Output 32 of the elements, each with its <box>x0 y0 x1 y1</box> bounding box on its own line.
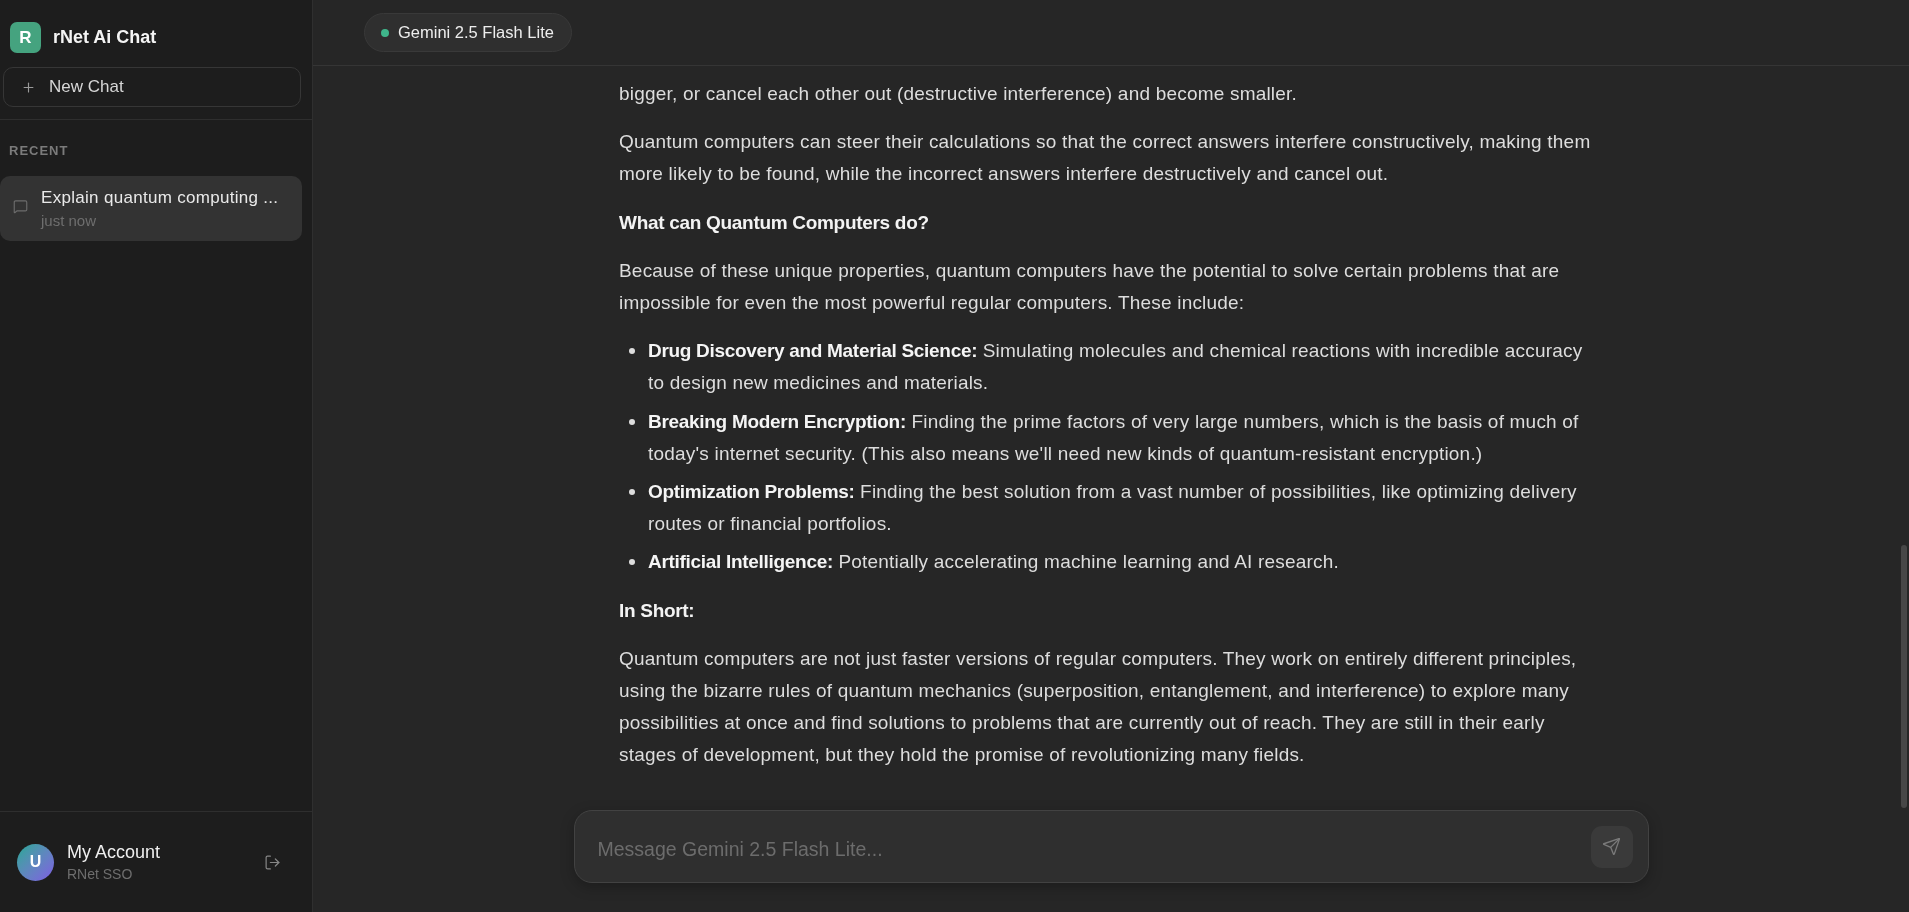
bullet-icon <box>629 418 635 425</box>
app-logo: R <box>10 22 41 53</box>
plus-icon <box>21 79 36 95</box>
bullet-icon <box>629 348 635 355</box>
bullet-icon <box>629 559 635 566</box>
chat-history-item[interactable]: Explain quantum computing ... just now <box>0 176 302 241</box>
model-selector[interactable]: Gemini 2.5 Flash Lite <box>364 13 572 52</box>
new-chat-button[interactable]: New Chat <box>3 67 301 107</box>
response-paragraph: Because of these unique properties, quantum computers have the potential to solve certain problems that are impossible for even the most powerful regular computers. These include: <box>619 258 1561 315</box>
section-heading: What can Quantum Computers do? <box>619 210 930 235</box>
send-icon <box>1602 837 1621 856</box>
account-name: My Account <box>67 841 161 863</box>
response-paragraph: Quantum computers can steer their calculations so that the correct answers interfere constructively, making them more likely to be found, while the incorrect answers interfere destructively and cancel out. <box>619 130 1592 187</box>
user-avatar: U <box>17 843 54 881</box>
list-item-text: Breaking Modern Encryption: Finding the prime factors of very large numbers, which is the basis of much of today's internet security. (This also means we'll need new kinds of quantum-resistant encryption.) <box>648 409 1580 466</box>
message-composer[interactable]: Message Gemini 2.5 Flash Lite... <box>573 810 1649 883</box>
response-paragraph: Quantum computers are not just faster versions of regular computers. They work on entirely different principles, using the bizarre rules of quantum mechanics (superposition, entanglement, and interference) to explore many possibilities at once and find solutions to problems that are currently out of reach. They are still in their early stages of development, but they hold the promise of revolutionizing many fields. <box>619 646 1578 768</box>
scrollbar-thumb[interactable] <box>1901 545 1907 808</box>
chat-bubble-icon <box>13 199 28 214</box>
section-label: RECENT <box>9 143 69 159</box>
message-input-field[interactable]: Message Gemini 2.5 Flash Lite... <box>597 826 1579 867</box>
chat-time: just now <box>41 212 98 230</box>
list-item-text: Drug Discovery and Material Science: Simulating molecules and chemical reactions with incredible accuracy to design new medicines and materials. <box>648 339 1584 396</box>
account-provider: RNet SSO <box>67 866 134 883</box>
list-item-text: Artificial Intelligence: Potentially accelerating machine learning and AI research. <box>648 550 1341 575</box>
response-paragraph: bigger, or cancel each other out (destructive interference) and become smaller. <box>619 82 1298 106</box>
section-heading: In Short: <box>619 598 696 623</box>
list-item-text: Optimization Problems: Finding the best solution from a vast number of possibilities, like optimizing delivery routes or financial portfolios. <box>648 480 1578 537</box>
bullet-icon <box>629 489 635 496</box>
app-title: rNet Ai Chat <box>53 26 157 49</box>
logout-icon <box>263 853 281 871</box>
chat-title: Explain quantum computing ... <box>41 187 279 208</box>
